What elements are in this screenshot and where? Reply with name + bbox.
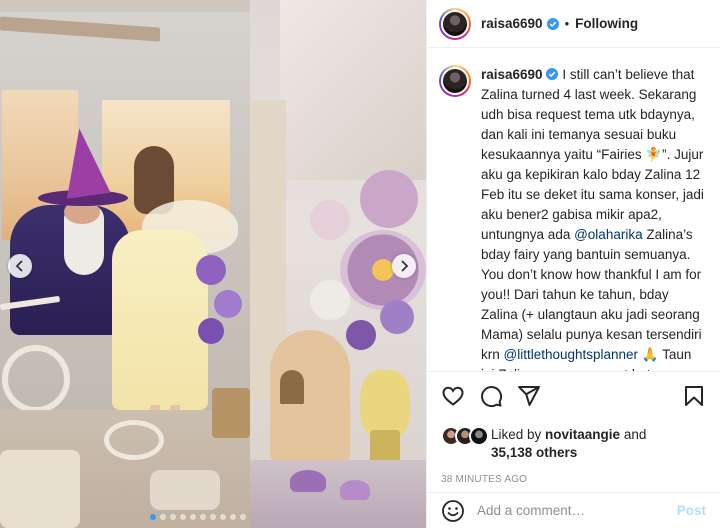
likes-and: and	[620, 427, 647, 442]
comment-input[interactable]	[477, 503, 677, 518]
post-actions: Liked by novitaangie and 35,138 others 3…	[427, 371, 720, 485]
header-separator: •	[564, 16, 570, 31]
avatar[interactable]	[469, 426, 489, 446]
carousel-indicator	[150, 514, 246, 520]
heart-icon[interactable]	[441, 384, 465, 408]
chevron-left-icon	[15, 260, 23, 272]
caption-body-2: Zalina’s bday fairy yang bantuin semuany…	[481, 227, 702, 362]
carousel-dot	[190, 514, 196, 520]
comment-icon[interactable]	[479, 384, 503, 408]
carousel-dot	[240, 514, 246, 520]
avatar[interactable]	[439, 7, 471, 40]
carousel-dot	[200, 514, 206, 520]
previous-image-button[interactable]	[8, 254, 32, 278]
carousel-dot	[230, 514, 236, 520]
post-photo-left	[0, 0, 250, 528]
post-media-carousel[interactable]	[0, 0, 426, 528]
verified-badge-icon	[546, 17, 559, 30]
caption-body-1: I still can’t believe that Zalina turned…	[481, 67, 704, 242]
action-icons-row	[441, 384, 706, 408]
caption-username[interactable]: raisa6690	[481, 67, 543, 82]
caption-row: raisa6690 I still can’t believe that Zal…	[439, 65, 706, 371]
liker-username[interactable]: novitaangie	[545, 427, 620, 442]
carousel-dot	[180, 514, 186, 520]
mention-link-littlethoughtsplanner[interactable]: @littlethoughtsplanner	[504, 347, 639, 362]
header-username[interactable]: raisa6690	[481, 16, 543, 31]
emoji-icon[interactable]	[441, 499, 465, 523]
verified-badge-icon	[545, 68, 558, 80]
likes-prefix: Liked by	[491, 427, 546, 442]
post-side-panel: raisa6690 • Following raisa6690 I still …	[426, 0, 720, 528]
caption-text: raisa6690 I still can’t believe that Zal…	[481, 65, 706, 371]
comment-box: Post	[427, 492, 720, 528]
post-header: raisa6690 • Following	[427, 0, 720, 48]
following-button[interactable]: Following	[575, 16, 638, 31]
carousel-dot	[220, 514, 226, 520]
carousel-dot	[170, 514, 176, 520]
share-icon[interactable]	[517, 384, 541, 408]
caption-section: raisa6690 I still can’t believe that Zal…	[427, 49, 720, 371]
likes-text: Liked by novitaangie and 35,138 others	[491, 426, 646, 462]
mention-link-olaharika[interactable]: @olaharika	[574, 227, 643, 242]
likes-count[interactable]: 35,138 others	[491, 445, 577, 460]
next-image-button[interactable]	[392, 254, 416, 278]
carousel-dot	[210, 514, 216, 520]
chevron-right-icon	[401, 260, 409, 272]
post-comment-button[interactable]: Post	[677, 503, 706, 518]
bookmark-icon[interactable]	[682, 384, 706, 408]
liker-avatars	[441, 426, 489, 446]
likes-row: Liked by novitaangie and 35,138 others	[441, 426, 706, 462]
carousel-dot	[160, 514, 166, 520]
carousel-dot	[150, 514, 156, 520]
caption-avatar[interactable]	[439, 65, 471, 97]
post-timestamp[interactable]: 38 MINUTES AGO	[441, 474, 706, 485]
